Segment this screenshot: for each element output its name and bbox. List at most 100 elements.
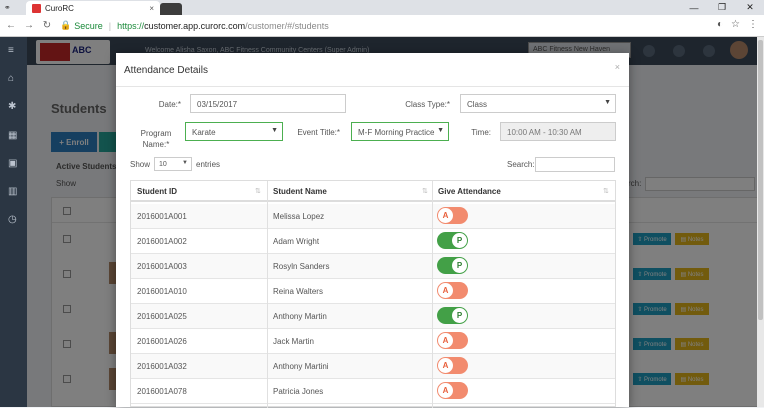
program-name-value: Karate xyxy=(192,128,216,137)
attendance-knob: A xyxy=(438,208,453,223)
profile-icon[interactable]: ⚭ xyxy=(4,3,11,12)
table-row: 2016001A003 Rosyln Sanders P xyxy=(131,254,615,279)
student-id: 2016001A032 xyxy=(137,362,187,371)
reload-icon[interactable]: ↻ xyxy=(40,20,54,31)
event-title-select[interactable]: M-F Morning Practice ▼ xyxy=(351,122,449,141)
attendance-toggle[interactable]: P xyxy=(437,307,468,324)
briefcase-icon[interactable]: ▣ xyxy=(8,158,17,169)
attendance-toggle[interactable]: A xyxy=(437,282,468,299)
sort-icon[interactable]: ⇅ xyxy=(603,187,609,195)
header-student-id[interactable]: Student ID xyxy=(137,187,177,196)
student-name: Anthony Martini xyxy=(273,362,329,371)
event-title-value: M-F Morning Practice xyxy=(358,128,435,137)
secure-label: Secure xyxy=(74,20,103,31)
sort-icon[interactable]: ⇅ xyxy=(422,187,428,195)
student-id: 2016001A078 xyxy=(137,387,187,396)
column-divider xyxy=(267,181,268,408)
entries-value: 10 xyxy=(159,161,167,168)
attendance-knob: A xyxy=(438,358,453,373)
maximize-icon[interactable]: ❐ xyxy=(708,0,736,15)
attendance-knob: A xyxy=(438,333,453,348)
program-label-line1: Program xyxy=(140,129,172,138)
class-type-label: Class Type:* xyxy=(405,100,450,109)
browser-tab[interactable]: CuroRC × xyxy=(26,1,160,15)
url-path: /customer/#/students xyxy=(245,20,329,31)
header-student-name[interactable]: Student Name xyxy=(273,187,327,196)
class-type-value: Class xyxy=(467,100,488,109)
tab-title: CuroRC xyxy=(45,3,74,13)
table-row: 2016001A010 Reina Walters A xyxy=(131,279,615,304)
time-field: 10:00 AM - 10:30 AM xyxy=(500,122,616,141)
search-label: Search: xyxy=(507,160,535,169)
attendance-toggle[interactable]: P xyxy=(437,257,468,274)
new-tab-button[interactable] xyxy=(160,3,182,15)
minimize-icon[interactable]: — xyxy=(680,0,708,15)
student-name: Melissa Lopez xyxy=(273,212,325,221)
program-label-line2: Name:* xyxy=(142,140,170,149)
student-id: 2016001A010 xyxy=(137,287,187,296)
clock-icon[interactable]: ◷ xyxy=(8,214,17,225)
chevron-down-icon: ▼ xyxy=(437,127,444,134)
student-id: 2016001A001 xyxy=(137,212,187,221)
entries-select[interactable]: 10 ▼ xyxy=(154,157,192,171)
chart-icon[interactable]: ▥ xyxy=(8,186,17,197)
address-bar: ← → ↻ 🔒 Secure | https:// customer.app.c… xyxy=(0,15,764,37)
browser-tab-bar: ⚭ CuroRC × — ❐ ✕ xyxy=(0,0,764,15)
attendance-toggle[interactable]: A xyxy=(437,357,468,374)
attendance-toggle[interactable]: A xyxy=(437,332,468,349)
student-name: Reina Walters xyxy=(273,287,323,296)
student-id: 2016001A026 xyxy=(137,337,187,346)
modal-close-icon[interactable]: × xyxy=(615,62,620,72)
show-label: Show xyxy=(130,160,151,169)
close-window-icon[interactable]: ✕ xyxy=(736,0,764,15)
attendance-knob: P xyxy=(452,258,467,273)
date-field[interactable]: 03/15/2017 xyxy=(190,94,346,113)
settings-icon[interactable]: ✱ xyxy=(8,101,16,112)
sidebar: ≡ ⌂ ✱ ▦ ▣ ▥ ◷ xyxy=(0,37,27,407)
event-title-label: Event Title:* xyxy=(297,128,340,137)
class-type-select[interactable]: Class ▼ xyxy=(460,94,616,113)
time-label: Time: xyxy=(471,128,491,137)
grid-icon[interactable]: ▦ xyxy=(8,130,17,141)
table-row: 2016001A078 Patricia Jones A xyxy=(131,379,615,404)
search-input[interactable] xyxy=(535,157,615,172)
favicon-icon xyxy=(32,3,41,13)
browser-actions: ◐ ☆ ⋮ xyxy=(717,19,758,30)
bookmark-star-icon[interactable]: ☆ xyxy=(731,19,740,30)
home-icon[interactable]: ⌂ xyxy=(8,73,14,84)
forward-icon[interactable]: → xyxy=(22,20,36,31)
back-icon[interactable]: ← xyxy=(4,20,18,31)
student-name: Rosyln Sanders xyxy=(273,262,330,271)
student-id: 2016001A002 xyxy=(137,237,187,246)
attendance-toggle[interactable]: A xyxy=(437,382,468,399)
student-id: 2016001A003 xyxy=(137,262,187,271)
window-controls: — ❐ ✕ xyxy=(680,0,764,15)
url-protocol: https:// xyxy=(117,20,145,31)
tab-close-icon[interactable]: × xyxy=(149,4,154,13)
column-divider xyxy=(432,181,433,408)
attendance-toggle[interactable]: P xyxy=(437,232,468,249)
attendance-table: Student ID ⇅ Student Name ⇅ Give Attenda… xyxy=(130,180,616,408)
url-field[interactable]: 🔒 Secure | https:// customer.app.curorc.… xyxy=(60,18,760,34)
header-give-attendance[interactable]: Give Attendance xyxy=(438,187,501,196)
table-header: Student ID ⇅ Student Name ⇅ Give Attenda… xyxy=(131,181,615,202)
table-row: 2016001A002 Adam Wright P xyxy=(131,229,615,254)
scrollbar-thumb[interactable] xyxy=(758,40,763,320)
chevron-down-icon: ▼ xyxy=(604,99,611,106)
entries-label: entries xyxy=(196,160,221,169)
attendance-modal: Attendance Details × Date:* 03/15/2017 C… xyxy=(116,53,629,408)
extension-icon[interactable]: ◐ xyxy=(717,19,723,30)
table-row: 2016001A001 Melissa Lopez A xyxy=(131,204,615,229)
student-id: 2016001A025 xyxy=(137,312,187,321)
table-row: 2016001A026 Jack Martin A xyxy=(131,329,615,354)
table-row: 2016001A025 Anthony Martin P xyxy=(131,304,615,329)
attendance-toggle[interactable]: A xyxy=(437,207,468,224)
modal-title: Attendance Details xyxy=(124,65,208,76)
attendance-knob: P xyxy=(452,308,467,323)
menu-kebab-icon[interactable]: ⋮ xyxy=(748,19,758,30)
url-host: customer.app.curorc.com xyxy=(144,20,246,31)
sort-desc-icon[interactable]: ⇅ xyxy=(255,187,261,195)
menu-icon[interactable]: ≡ xyxy=(8,45,14,56)
program-label: Program Name:* xyxy=(136,129,176,149)
program-name-select[interactable]: Karate ▼ xyxy=(185,122,283,141)
